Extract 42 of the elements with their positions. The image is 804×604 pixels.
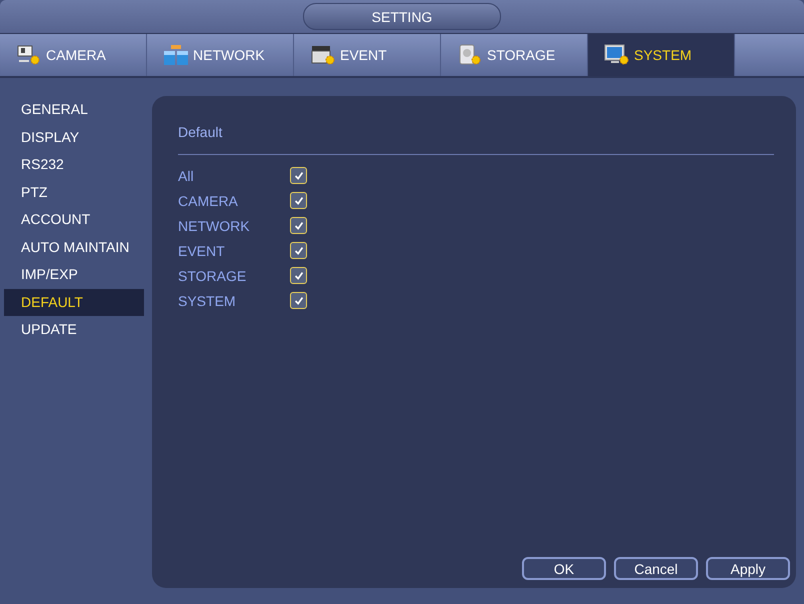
option-label: CAMERA	[178, 192, 239, 208]
checkbox[interactable]	[290, 217, 307, 234]
disk-gear-icon	[457, 44, 483, 66]
checkmark-icon	[292, 244, 304, 256]
sidebar-item[interactable]: DEFAULT	[4, 288, 144, 316]
tab[interactable]: NETWORK	[147, 34, 294, 76]
sidebar-item[interactable]: DISPLAY	[4, 124, 144, 151]
sidebar-item[interactable]: GENERAL	[4, 96, 144, 124]
monitor-gear-icon	[604, 44, 630, 66]
sidebar-item[interactable]: IMP/EXP	[4, 261, 144, 288]
tab[interactable]: EVENT	[294, 34, 441, 76]
checkbox[interactable]	[290, 167, 307, 184]
checkmark-icon	[292, 220, 304, 232]
sidebar-item[interactable]: ACCOUNT	[4, 206, 144, 234]
checkmark-icon	[292, 270, 304, 282]
tab[interactable]: CAMERA	[0, 34, 147, 76]
dialog-button[interactable]: Cancel	[614, 557, 698, 580]
camera-gear-icon	[16, 44, 42, 66]
checkbox[interactable]	[290, 192, 307, 209]
section-heading: Default	[178, 124, 224, 140]
tab[interactable]: STORAGE	[441, 34, 588, 76]
network-icon	[163, 44, 189, 66]
checkmark-icon	[292, 194, 304, 206]
sidebar-item[interactable]: PTZ	[4, 178, 144, 206]
dialog-button[interactable]: OK	[522, 557, 606, 580]
checkbox[interactable]	[290, 242, 307, 259]
option-label: NETWORK	[178, 218, 251, 234]
checkbox[interactable]	[290, 292, 307, 309]
clapperboard-gear-icon	[310, 44, 336, 66]
option-label: EVENT	[178, 242, 226, 258]
tab[interactable]: SYSTEM	[588, 34, 735, 76]
option-label: STORAGE	[178, 268, 248, 284]
checkmark-icon	[292, 170, 304, 182]
checkbox[interactable]	[290, 267, 307, 284]
option-label: SYSTEM	[178, 292, 237, 308]
option-label: All	[178, 168, 195, 184]
window-title: SETTING	[303, 3, 501, 30]
sidebar-item[interactable]: AUTO MAINTAIN	[4, 234, 144, 261]
dialog-button[interactable]: Apply	[706, 557, 790, 580]
checkmark-icon	[292, 294, 304, 306]
sidebar-item[interactable]: UPDATE	[4, 316, 144, 344]
sidebar-item[interactable]: RS232	[4, 151, 144, 178]
